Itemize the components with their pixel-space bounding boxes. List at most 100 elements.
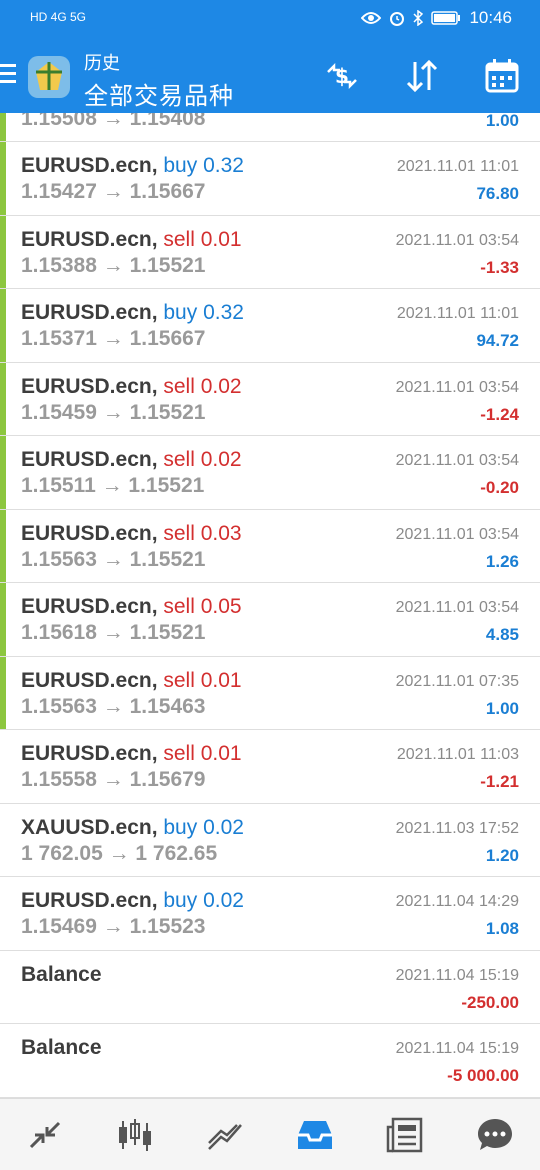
svg-text:$: $: [335, 64, 349, 88]
nav-trade[interactable]: [195, 1105, 255, 1165]
history-icon: [298, 1120, 332, 1149]
deal-symbol: Balance: [21, 1036, 102, 1059]
deals-list[interactable]: 1.15508 → 1.15408 1.00 EURUSD.ecn, buy 0…: [0, 113, 540, 1098]
news-icon: [386, 1117, 423, 1152]
deal-date: 2021.11.01 03:54: [395, 452, 519, 469]
deal-profit: 76.80: [476, 184, 519, 203]
deal-date: 2021.11.01 03:54: [395, 378, 519, 396]
bluetooth-icon: [413, 10, 424, 26]
closed-position-bar: [0, 436, 6, 509]
deal-row[interactable]: XAUUSD.ecn, buy 0.02 1 762.05 → 1 762.65…: [0, 803, 540, 877]
quotes-icon: [29, 1121, 61, 1148]
deal-prices: 1.15508 → 1.15408: [21, 113, 206, 130]
deal-date: 2021.11.01 03:54: [395, 599, 519, 616]
deal-symbol: EURUSD.ecn, sell 0.02: [21, 374, 242, 398]
deal-profit: 1.00: [485, 113, 519, 130]
deal-row[interactable]: EURUSD.ecn, sell 0.01 1.15388 → 1.15521 …: [0, 215, 540, 289]
clock-time: 10:46: [469, 8, 512, 27]
deal-profit: 94.72: [476, 331, 519, 350]
calendar-icon[interactable]: [482, 56, 522, 96]
deal-prices: 1.15563 → 1.15521: [21, 547, 206, 571]
deal-row[interactable]: EURUSD.ecn, sell 0.02 1.15459 → 1.15521 …: [0, 362, 540, 436]
page-title[interactable]: 全部交易品种: [84, 76, 234, 111]
closed-position-bar: [0, 583, 6, 656]
deal-row[interactable]: EURUSD.ecn, sell 0.05 1.15618 → 1.15521 …: [0, 583, 540, 657]
deal-profit: 4.85: [485, 625, 519, 644]
balance-row[interactable]: Balance 2021.11.04 15:19 -250.00: [0, 950, 540, 1024]
deal-profit: -1.33: [480, 257, 519, 277]
deal-row[interactable]: EURUSD.ecn, sell 0.03 1.15563 → 1.15521 …: [0, 509, 540, 583]
deal-symbol: EURUSD.ecn, buy 0.32: [21, 154, 244, 177]
chat-icon: [478, 1118, 512, 1150]
deal-symbol: EURUSD.ecn, sell 0.02: [21, 448, 242, 471]
deal-prices: 1.15469 → 1.15523: [21, 915, 206, 938]
deal-prices: 1.15371 → 1.15667: [21, 327, 206, 350]
deal-profit: -250.00: [461, 992, 519, 1012]
deal-direction: sell 0.02: [163, 448, 242, 471]
battery-icon: [431, 11, 461, 25]
nav-chat[interactable]: [465, 1105, 525, 1165]
deal-row[interactable]: 1.15508 → 1.15408 1.00: [0, 113, 540, 142]
bottom-navigation: [0, 1098, 540, 1170]
closed-position-bar: [0, 142, 6, 215]
deal-prices: 1.15459 → 1.15521: [21, 400, 206, 424]
deal-symbol: EURUSD.ecn, sell 0.01: [21, 227, 242, 251]
deal-row[interactable]: EURUSD.ecn, buy 0.02 1.15469 → 1.15523 2…: [0, 877, 540, 951]
deal-date: 2021.11.01 03:54: [395, 525, 519, 543]
deal-date: 2021.11.01 11:01: [396, 305, 519, 322]
trade-icon: [208, 1123, 242, 1150]
deal-direction: sell 0.01: [163, 668, 242, 692]
closed-position-bar: [0, 656, 6, 729]
deal-profit: 1.26: [485, 551, 519, 571]
nav-quotes[interactable]: [15, 1105, 75, 1165]
nav-news[interactable]: [375, 1105, 435, 1165]
deal-symbol: EURUSD.ecn, buy 0.02: [21, 889, 244, 912]
alarm-icon: [390, 12, 405, 26]
deal-row[interactable]: EURUSD.ecn, sell 0.02 1.15511 → 1.15521 …: [0, 436, 540, 510]
deal-symbol: EURUSD.ecn, buy 0.32: [21, 301, 244, 324]
deal-date: 2021.11.01 03:54: [395, 231, 519, 249]
deal-prices: 1.15563 → 1.15463: [21, 694, 206, 718]
chart-icon: [119, 1118, 151, 1151]
deal-prices: 1.15388 → 1.15521: [21, 253, 206, 277]
deal-profit: -0.20: [480, 478, 519, 497]
deal-profit: -1.24: [480, 404, 519, 424]
sort-icon[interactable]: [402, 56, 442, 96]
deal-date: 2021.11.03 17:52: [395, 819, 519, 837]
toolbar-actions: $: [322, 56, 522, 96]
status-bar: HD 4G 5G 10:46: [0, 0, 540, 40]
network-indicators: HD 4G 5G: [30, 10, 86, 24]
deposit-icon[interactable]: $: [322, 56, 362, 96]
nav-history[interactable]: [285, 1105, 345, 1165]
deal-row[interactable]: EURUSD.ecn, sell 0.01 1.15563 → 1.15463 …: [0, 656, 540, 730]
closed-position-bar: [0, 509, 6, 582]
deal-direction: sell 0.01: [163, 742, 242, 765]
deal-prices: 1.15618 → 1.15521: [21, 621, 206, 644]
deal-profit: 1.08: [485, 919, 519, 938]
deal-date: 2021.11.01 07:35: [395, 672, 519, 690]
deal-direction: sell 0.01: [163, 227, 242, 251]
nav-chart[interactable]: [105, 1105, 165, 1165]
deal-date: 2021.11.01 11:03: [396, 746, 519, 763]
status-right: 10:46: [361, 8, 512, 28]
deal-date: 2021.11.04 15:19: [395, 1040, 519, 1057]
deal-symbol: EURUSD.ecn, sell 0.01: [21, 668, 242, 692]
deal-row[interactable]: EURUSD.ecn, buy 0.32 1.15371 → 1.15667 2…: [0, 289, 540, 363]
menu-icon[interactable]: [0, 64, 16, 84]
deal-row[interactable]: EURUSD.ecn, buy 0.32 1.15427 → 1.15667 2…: [0, 142, 540, 216]
network-status-text: HD 4G 5G: [30, 10, 87, 24]
deal-direction: sell 0.03: [163, 521, 242, 545]
deal-profit: -1.21: [480, 772, 519, 791]
deal-date: 2021.11.04 14:29: [395, 893, 519, 910]
eye-icon: [361, 12, 382, 24]
deal-direction: sell 0.02: [163, 374, 242, 398]
deal-date: 2021.11.04 15:19: [395, 966, 519, 984]
deal-row[interactable]: EURUSD.ecn, sell 0.01 1.15558 → 1.15679 …: [0, 730, 540, 804]
deal-symbol: XAUUSD.ecn, buy 0.02: [21, 815, 244, 839]
deal-direction: buy 0.02: [163, 889, 244, 912]
deal-symbol: EURUSD.ecn, sell 0.03: [21, 521, 242, 545]
balance-row[interactable]: Balance 2021.11.04 15:19 -5 000.00: [0, 1024, 540, 1098]
closed-position-bar: [0, 113, 6, 141]
deal-prices: 1.15511 → 1.15521: [21, 474, 205, 497]
deal-profit: -5 000.00: [447, 1066, 519, 1085]
